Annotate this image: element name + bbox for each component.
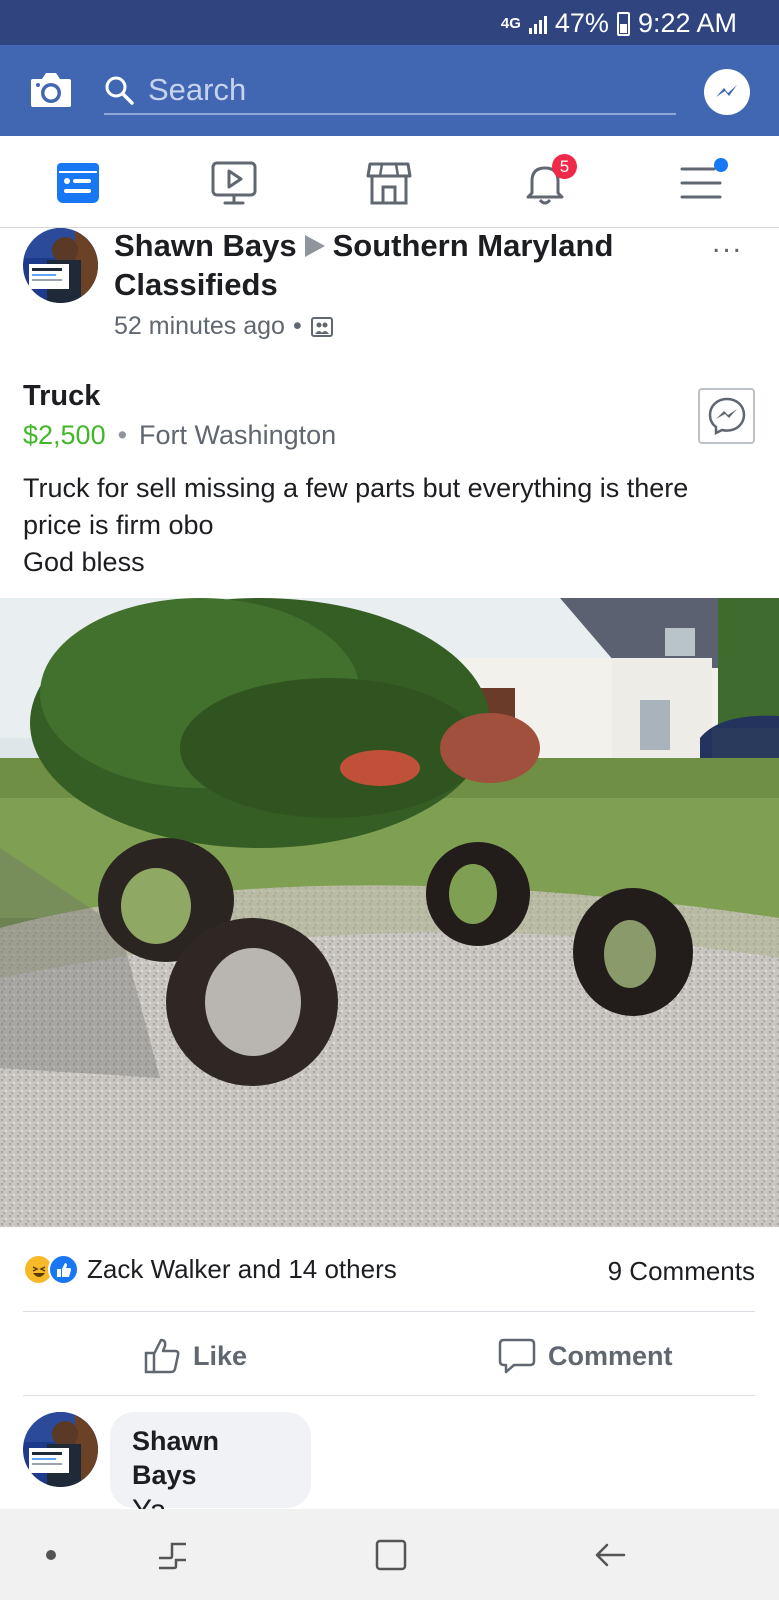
like-icon	[144, 1338, 180, 1374]
comment-label: Comment	[548, 1340, 673, 1371]
nav-dot-button[interactable]	[27, 1531, 75, 1579]
avatar-image	[23, 1412, 98, 1487]
author-avatar[interactable]	[23, 228, 98, 303]
battery-icon	[616, 11, 630, 36]
battery-percent: 47%	[554, 8, 609, 38]
dot-icon	[46, 1550, 56, 1560]
search-icon	[105, 76, 134, 105]
tab-marketplace[interactable]	[363, 158, 415, 208]
share-arrow-icon	[304, 234, 325, 257]
description-line: Truck for sell missing a few parts but e…	[23, 473, 689, 503]
divider	[23, 1311, 755, 1312]
back-icon	[595, 1543, 626, 1567]
listing-price: $2,500	[23, 420, 106, 450]
comment-author[interactable]: Shawn Bays	[132, 1424, 289, 1492]
description-line: God bless	[23, 547, 145, 577]
status-indicators: 4G 47% 9:22 AM	[501, 8, 737, 39]
search-input[interactable]	[148, 72, 648, 108]
post-time[interactable]: 52 minutes ago	[114, 312, 285, 341]
home-button[interactable]	[367, 1531, 415, 1579]
message-seller-button[interactable]	[698, 388, 755, 444]
comment-icon	[498, 1338, 536, 1374]
meta-separator: •	[292, 312, 302, 340]
like-label: Like	[193, 1340, 248, 1371]
listing-separator: •	[117, 420, 128, 450]
news-feed-icon	[57, 163, 99, 203]
nav-bar: 5	[0, 136, 779, 228]
reactions-summary[interactable]: Zack Walker and 14 others	[23, 1254, 397, 1285]
listing-location: Fort Washington	[139, 420, 337, 450]
more-options-button[interactable]: ...	[712, 226, 743, 260]
comment-bubble[interactable]: Shawn Bays Ya	[110, 1412, 311, 1527]
post-author-line: Shawn Bays Southern Maryland Classifieds	[114, 226, 654, 304]
post-meta: 52 minutes ago •	[114, 312, 334, 341]
listing-photo[interactable]	[0, 598, 779, 1227]
comment-button[interactable]: Comment	[498, 1334, 673, 1378]
avatar-image	[23, 228, 98, 303]
app-header	[0, 45, 779, 136]
system-nav-bar	[0, 1509, 779, 1600]
home-square-icon	[375, 1539, 407, 1571]
description-line: price is firm obo	[23, 510, 214, 540]
reactions-text: Zack Walker and 14 others	[87, 1254, 397, 1284]
camera-icon	[31, 73, 71, 107]
author-name[interactable]: Shawn Bays	[114, 228, 297, 263]
tab-watch[interactable]	[208, 158, 260, 208]
signal-icon	[528, 14, 547, 34]
photo-image	[0, 598, 779, 1227]
recents-icon	[159, 1542, 186, 1570]
status-bar: 4G 47% 9:22 AM	[0, 0, 779, 45]
comments-count[interactable]: 9 Comments	[608, 1256, 755, 1287]
messenger-icon	[716, 85, 737, 97]
search-bar[interactable]	[104, 67, 676, 115]
like-button[interactable]: Like	[143, 1334, 247, 1378]
divider	[23, 1395, 755, 1396]
messenger-icon	[708, 397, 745, 436]
tab-news-feed[interactable]	[52, 158, 104, 208]
watch-icon	[211, 161, 257, 205]
like-icon	[48, 1254, 79, 1285]
network-indicator: 4G	[500, 15, 521, 32]
commenter-avatar[interactable]	[23, 1412, 98, 1487]
listing-description: Truck for sell missing a few parts but e…	[23, 470, 763, 581]
camera-button[interactable]	[29, 71, 73, 109]
listing-title: Truck	[23, 380, 101, 412]
recents-button[interactable]	[149, 1531, 197, 1579]
back-button[interactable]	[586, 1531, 634, 1579]
group-privacy-icon	[310, 316, 333, 337]
menu-notification-dot	[714, 158, 728, 172]
marketplace-icon	[366, 162, 412, 205]
messenger-button[interactable]	[704, 69, 750, 115]
notification-badge: 5	[552, 154, 577, 179]
clock: 9:22 AM	[637, 8, 737, 38]
listing-details: $2,500 • Fort Washington	[23, 420, 336, 451]
